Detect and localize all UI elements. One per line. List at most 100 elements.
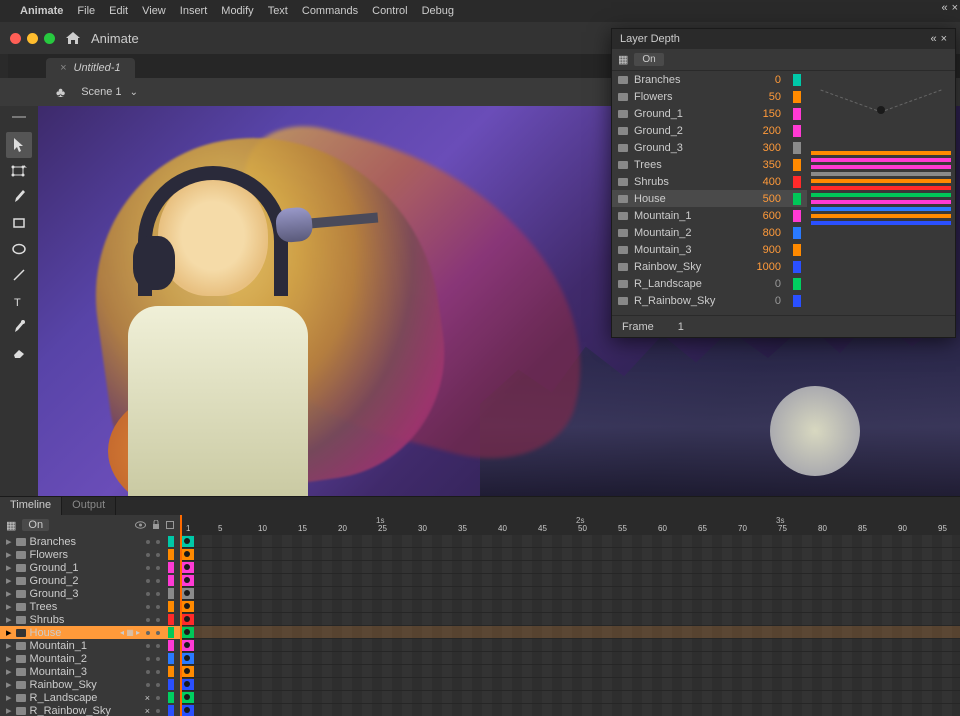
timeline-track-row[interactable] [182,678,960,691]
keyframe[interactable] [184,577,190,583]
oval-tool[interactable] [6,236,32,262]
tab-timeline[interactable]: Timeline [0,497,62,515]
timeline-layer-row[interactable]: ▸House◂ ▦ ▸ [0,626,180,639]
timeline-track-row[interactable] [182,626,960,639]
app-menu[interactable]: Animate [20,5,63,17]
menu-control[interactable]: Control [372,5,407,17]
keyframe[interactable] [184,655,190,661]
keyframe[interactable] [184,642,190,648]
depth-layer-row[interactable]: Mountain_2800 [612,224,807,241]
depth-layer-row[interactable]: Shrubs400 [612,173,807,190]
panel-close-icon[interactable]: × [941,33,947,45]
scene-selector[interactable]: Scene 1 ⌄ [81,86,138,98]
depth-value[interactable]: 500 [749,193,781,205]
depth-layer-row[interactable]: Mountain_3900 [612,241,807,258]
depth-value[interactable]: 0 [749,278,781,290]
window-zoom-button[interactable] [44,33,55,44]
depth-stripe[interactable] [811,193,951,197]
depth-layer-row[interactable]: Ground_3300 [612,139,807,156]
depth-value[interactable]: 600 [749,210,781,222]
timeline-track-row[interactable] [182,548,960,561]
depth-layer-row[interactable]: Ground_2200 [612,122,807,139]
timeline-track-row[interactable] [182,691,960,704]
menu-text[interactable]: Text [268,5,288,17]
keyframe[interactable] [184,590,190,596]
timeline-layer-row[interactable]: ▸Branches [0,535,180,548]
timeline-layer-row[interactable]: ▸Ground_3 [0,587,180,600]
depth-stripe[interactable] [811,214,951,218]
timeline-layer-row[interactable]: ▸Shrubs [0,613,180,626]
depth-value[interactable]: 800 [749,227,781,239]
depth-layer-row[interactable]: Rainbow_Sky1000 [612,258,807,275]
timeline-layer-row[interactable]: ▸R_Landscape× [0,691,180,704]
camera-toggle-icon[interactable]: ▦ [6,519,16,532]
timeline-track-row[interactable] [182,561,960,574]
menu-file[interactable]: File [77,5,95,17]
brush-tool[interactable] [6,184,32,210]
selection-tool[interactable] [6,132,32,158]
depth-on-toggle[interactable]: On [22,519,49,531]
timeline-track-row[interactable] [182,587,960,600]
timeline-track-row[interactable] [182,665,960,678]
depth-stripe[interactable] [811,165,951,169]
keyframe[interactable] [184,616,190,622]
depth-value[interactable]: 150 [749,108,781,120]
timeline-layer-row[interactable]: ▸Flowers [0,548,180,561]
depth-stripe[interactable] [811,179,951,183]
timeline-track-row[interactable] [182,704,960,716]
depth-value[interactable]: 400 [749,176,781,188]
scene-icon[interactable]: ♣ [56,84,65,100]
window-close-button[interactable] [10,33,21,44]
depth-value[interactable]: 0 [749,74,781,86]
menu-modify[interactable]: Modify [221,5,253,17]
keyframe[interactable] [184,707,190,713]
depth-stripe[interactable] [811,221,951,225]
depth-layer-row[interactable]: Ground_1150 [612,105,807,122]
timeline-layer-row[interactable]: ▸R_Rainbow_Sky× [0,704,180,716]
depth-stripe[interactable] [811,172,951,176]
timeline-layer-row[interactable]: ▸Ground_2 [0,574,180,587]
depth-layer-row[interactable]: Flowers50 [612,88,807,105]
window-minimize-button[interactable] [27,33,38,44]
timeline-layer-row[interactable]: ▸Ground_1 [0,561,180,574]
depth-value[interactable]: 0 [749,295,781,307]
depth-layer-row[interactable]: Trees350 [612,156,807,173]
depth-stripe[interactable] [811,200,951,204]
keyframe[interactable] [184,564,190,570]
panel-collapse-icon[interactable]: « [930,33,936,45]
depth-layer-row[interactable]: R_Rainbow_Sky0 [612,292,807,309]
depth-layer-row[interactable]: Mountain_1600 [612,207,807,224]
keyframe[interactable] [184,668,190,674]
timeline-layer-row[interactable]: ▸Rainbow_Sky [0,678,180,691]
layer-depth-graph[interactable] [807,71,955,315]
keyframe[interactable] [184,551,190,557]
timeline-track-row[interactable] [182,652,960,665]
track-area[interactable] [180,535,960,716]
home-icon[interactable] [65,30,81,46]
keyframe[interactable] [184,694,190,700]
timeline-track-row[interactable] [182,535,960,548]
depth-value[interactable]: 350 [749,159,781,171]
text-tool[interactable]: T [6,288,32,314]
depth-layer-row[interactable]: R_Landscape0 [612,275,807,292]
timeline-layer-row[interactable]: ▸Mountain_2 [0,652,180,665]
line-tool[interactable] [6,262,32,288]
close-icon[interactable]: × [60,62,66,74]
window-unpin-icon[interactable]: « [941,2,947,14]
panel-handle-left[interactable] [0,54,8,78]
depth-stripe[interactable] [811,158,951,162]
depth-value[interactable]: 300 [749,142,781,154]
depth-value[interactable]: 200 [749,125,781,137]
menu-edit[interactable]: Edit [109,5,128,17]
depth-value[interactable]: 900 [749,244,781,256]
timeline-layer-row[interactable]: ▸Mountain_1 [0,639,180,652]
menu-insert[interactable]: Insert [180,5,208,17]
menu-view[interactable]: View [142,5,166,17]
free-transform-tool[interactable] [6,158,32,184]
timeline-track-row[interactable] [182,574,960,587]
depth-stripe[interactable] [811,151,951,155]
keyframe[interactable] [184,603,190,609]
document-tab[interactable]: × Untitled-1 [46,58,135,78]
timeline-layer-row[interactable]: ▸Mountain_3 [0,665,180,678]
depth-origin-handle[interactable] [877,106,885,114]
